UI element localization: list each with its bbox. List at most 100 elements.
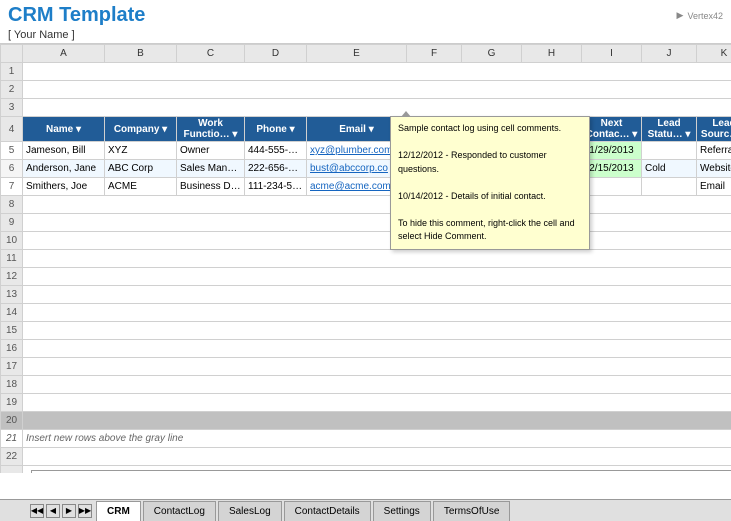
cell-6-name[interactable]: Anderson, Jane — [23, 160, 105, 178]
row-17: 17 — [1, 358, 731, 376]
tab-navigation: ◀◀ ◀ ▶ ▶▶ — [30, 504, 92, 518]
cell-6-work[interactable]: Sales Manager — [177, 160, 245, 178]
row1-content — [23, 63, 731, 81]
col-a: A — [23, 45, 105, 63]
comment-line-2: 12/12/2012 - Responded to customer quest… — [398, 149, 582, 176]
insert-text: Insert new rows above the gray line — [23, 430, 731, 448]
col-i: I — [582, 45, 642, 63]
comment-line-3: 10/14/2012 - Details of initial contact. — [398, 190, 582, 204]
rownum-3: 3 — [1, 99, 23, 117]
rownum-21: 21 — [1, 430, 23, 448]
cell-6-phone[interactable]: 222-656-7890 — [245, 160, 307, 178]
data-row-6: 6 Anderson, Jane ABC Corp Sales Manager … — [1, 160, 731, 178]
cell-5-next-contact[interactable]: 1/29/2013 — [582, 142, 642, 160]
col-j: J — [642, 45, 697, 63]
tab-nav-first[interactable]: ◀◀ — [30, 504, 44, 518]
insert-row: 21 Insert new rows above the gray line — [1, 430, 731, 448]
tab-crm[interactable]: CRM — [96, 501, 141, 521]
brand-icon: ▶ — [677, 10, 684, 21]
col-h: H — [522, 45, 582, 63]
cell-5-name[interactable]: Jameson, Bill — [23, 142, 105, 160]
header-next-contact[interactable]: NextContac… ▾ — [582, 117, 642, 142]
row-8: 8 — [1, 196, 731, 214]
rownum-7: 7 — [1, 178, 23, 196]
row-1: 1 — [1, 63, 731, 81]
col-e: E — [307, 45, 407, 63]
row-12: 12 — [1, 268, 731, 286]
tab-nav-next[interactable]: ▶ — [62, 504, 76, 518]
spreadsheet: A B C D E F G H I J K 1 — [0, 43, 731, 473]
row-9: 9 — [1, 214, 731, 232]
col-letter-row: A B C D E F G H I J K — [1, 45, 731, 63]
col-k: K — [697, 45, 731, 63]
brand-name: Vertex42 — [687, 11, 723, 21]
crm-title: CRM Template — [8, 4, 145, 27]
header-phone[interactable]: Phone ▾ — [245, 117, 307, 142]
tab-contactdetails[interactable]: ContactDetails — [284, 501, 371, 521]
cell-7-lead-source[interactable]: Email — [697, 178, 731, 196]
corner-cell — [1, 45, 23, 63]
tabs-bar: ◀◀ ◀ ▶ ▶▶ CRM ContactLog SalesLog Contac… — [0, 499, 731, 521]
cell-6-next-contact[interactable]: 2/15/2013 — [582, 160, 642, 178]
tab-termsofuse[interactable]: TermsOfUse — [433, 501, 511, 521]
tab-settings[interactable]: Settings — [373, 501, 431, 521]
rownum-23: 23 — [1, 466, 23, 474]
col-f: F — [407, 45, 462, 63]
cell-7-work[interactable]: Business Dev. — [177, 178, 245, 196]
brand-logo: ▶ Vertex42 — [677, 10, 723, 21]
header-company[interactable]: Company ▾ — [105, 117, 177, 142]
sheet-table: A B C D E F G H I J K 1 — [0, 44, 731, 473]
comment-line-4: To hide this comment, right-click the ce… — [398, 217, 582, 244]
col-g: G — [462, 45, 522, 63]
row-15: 15 — [1, 322, 731, 340]
col-c: C — [177, 45, 245, 63]
row-11: 11 — [1, 250, 731, 268]
row-16: 16 — [1, 340, 731, 358]
header-work[interactable]: WorkFunctio… ▾ — [177, 117, 245, 142]
tab-saleslog[interactable]: SalesLog — [218, 501, 282, 521]
header-lead-status[interactable]: LeadStatu… ▾ — [642, 117, 697, 142]
rownum-4: 4 — [1, 117, 23, 142]
comment-popup: Sample contact log using cell comments. … — [390, 116, 590, 250]
row-22: 22 — [1, 448, 731, 466]
instructions-container: Instructions: 1) Enter the Name, Company… — [23, 466, 731, 474]
cell-5-company[interactable]: XYZ — [105, 142, 177, 160]
cell-5-lead-status[interactable] — [642, 142, 697, 160]
row2-content — [23, 81, 731, 99]
tab-contactlog[interactable]: ContactLog — [143, 501, 216, 521]
row-14: 14 — [1, 304, 731, 322]
cell-6-company[interactable]: ABC Corp — [105, 160, 177, 178]
rownum-6: 6 — [1, 160, 23, 178]
data-row-5: 5 Jameson, Bill XYZ Owner 444-555-6666 x… — [1, 142, 731, 160]
gray-divider-row: 20 — [1, 412, 731, 430]
col-b: B — [105, 45, 177, 63]
cell-7-name[interactable]: Smithers, Joe — [23, 178, 105, 196]
cell-6-lead-status[interactable]: Cold — [642, 160, 697, 178]
your-name: [ Your Name ] — [0, 29, 731, 43]
data-row-7: 7 Smithers, Joe ACME Business Dev. 111-2… — [1, 178, 731, 196]
cell-5-work[interactable]: Owner — [177, 142, 245, 160]
row3-content — [23, 99, 731, 117]
row-2: 2 — [1, 81, 731, 99]
gray-divider-cell — [23, 412, 731, 430]
instructions-row: 23 Instructions: 1) Enter the Name, Comp… — [1, 466, 731, 474]
cell-7-next-contact[interactable] — [582, 178, 642, 196]
rownum-1: 1 — [1, 63, 23, 81]
row-10: 10 — [1, 232, 731, 250]
cell-7-lead-status[interactable] — [642, 178, 697, 196]
cell-7-phone[interactable]: 111-234-5678 — [245, 178, 307, 196]
cell-5-lead-source[interactable]: Referral — [697, 142, 731, 160]
row-13: 13 — [1, 286, 731, 304]
cell-6-lead-source[interactable]: Website — [697, 160, 731, 178]
row-18: 18 — [1, 376, 731, 394]
header-name[interactable]: Name ▾ — [23, 117, 105, 142]
cell-5-phone[interactable]: 444-555-6666 — [245, 142, 307, 160]
instructions-box: Instructions: 1) Enter the Name, Company… — [31, 470, 731, 473]
cell-7-company[interactable]: ACME — [105, 178, 177, 196]
tab-nav-last[interactable]: ▶▶ — [78, 504, 92, 518]
title-area: CRM Template ▶ Vertex42 — [0, 0, 731, 29]
comment-line-1: Sample contact log using cell comments. — [398, 122, 582, 136]
tab-nav-prev[interactable]: ◀ — [46, 504, 60, 518]
col-d: D — [245, 45, 307, 63]
header-lead-source[interactable]: LeadSourc… ▾ — [697, 117, 731, 142]
